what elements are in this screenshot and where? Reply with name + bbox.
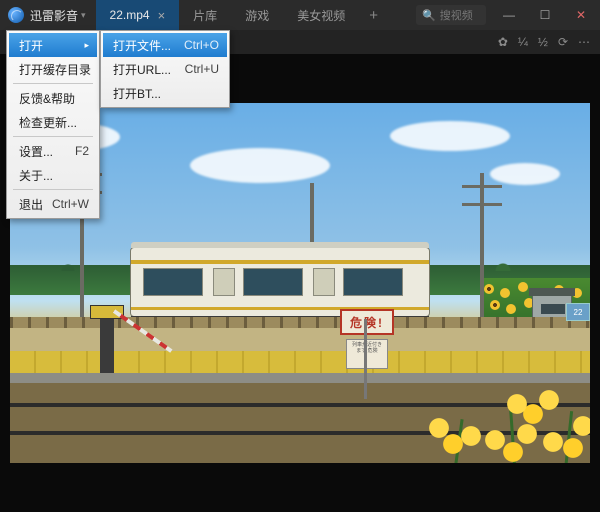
chevron-down-icon: ▾ [81,10,86,21]
cloud-icon [490,163,560,185]
menu-separator [13,136,93,137]
main-menu: 打开 ▸ 打开缓存目录 反馈&帮助 检查更新... 设置... F2 关于...… [6,30,100,219]
menu-item-label: 打开文件... [113,37,171,54]
menu-item-open-bt[interactable]: 打开BT... [103,81,227,105]
tab-current-file[interactable]: 22.mp4 × [96,0,180,30]
app-logo-icon [8,7,24,23]
menu-item-label: 打开 [19,37,43,54]
menu-item-label: 退出 [19,196,43,213]
menu-shortcut: Ctrl+W [52,197,89,211]
menu-shortcut: Ctrl+U [185,62,219,76]
menu-item-label: 打开URL... [113,61,171,78]
maximize-button[interactable]: ☐ [532,0,558,30]
tab-videos[interactable]: 美女视频 [283,0,359,30]
tab-label: 游戏 [245,7,269,24]
tab-label: 22.mp4 [110,8,150,22]
menu-item-label: 关于... [19,167,53,184]
tab-games[interactable]: 游戏 [231,0,283,30]
menu-item-settings[interactable]: 设置... F2 [9,139,97,163]
search-icon: 🔍 [422,9,436,22]
open-submenu: 打开文件... Ctrl+O 打开URL... Ctrl+U 打开BT... [100,30,230,108]
minimize-button[interactable]: — [496,0,522,30]
loop-icon[interactable]: ⟳ [558,35,568,49]
menu-item-label: 打开缓存目录 [19,61,91,78]
title-right: 🔍 搜视频 — ☐ ✕ [416,0,600,30]
submenu-arrow-icon: ▸ [84,40,89,51]
scene-train [130,247,430,317]
app-title[interactable]: 迅雷影音 ▾ [30,7,86,24]
cloud-icon [390,121,510,151]
more-icon[interactable]: ⋯ [578,35,590,49]
menu-item-about[interactable]: 关于... [9,163,97,187]
cloud-icon [190,148,330,183]
menu-separator [13,189,93,190]
menu-item-label: 打开BT... [113,85,161,102]
tab-add-button[interactable]: + [359,0,388,30]
app-title-text: 迅雷影音 [30,7,78,24]
ratio-half-button[interactable]: ½ [538,35,548,49]
playlist-thumbnail[interactable]: 22 [566,303,590,321]
menu-item-open-url[interactable]: 打开URL... Ctrl+U [103,57,227,81]
menu-item-open-cache[interactable]: 打开缓存目录 [9,57,97,81]
scene-foreground-flowers [350,351,590,463]
menu-shortcut: F2 [75,144,89,158]
title-bar: 迅雷影音 ▾ 22.mp4 × 片库 游戏 美女视频 + 🔍 搜视频 — ☐ ✕ [0,0,600,30]
menu-item-open[interactable]: 打开 ▸ [9,33,97,57]
scene-crossing-post [100,313,114,373]
tab-strip: 22.mp4 × 片库 游戏 美女视频 + [96,0,388,30]
scene-danger-sign: 危険! [340,309,394,335]
tab-label: 美女视频 [297,7,345,24]
close-button[interactable]: ✕ [568,0,594,30]
menu-item-label: 反馈&帮助 [19,90,75,107]
search-input[interactable]: 🔍 搜视频 [416,5,486,25]
menu-item-open-file[interactable]: 打开文件... Ctrl+O [103,33,227,57]
tab-library[interactable]: 片库 [179,0,231,30]
open-folder-icon[interactable]: ✿ [498,35,508,49]
menu-shortcut: Ctrl+O [184,38,219,52]
tab-close-icon[interactable]: × [158,8,166,23]
menu-item-label: 设置... [19,143,53,160]
ratio-quarter-button[interactable]: ¼ [518,35,528,49]
menu-item-feedback[interactable]: 反馈&帮助 [9,86,97,110]
menu-item-update[interactable]: 检查更新... [9,110,97,134]
scene-pole [480,173,484,333]
menu-item-label: 检查更新... [19,114,77,131]
menu-separator [13,83,93,84]
tab-label: 片库 [193,7,217,24]
menu-item-exit[interactable]: 退出 Ctrl+W [9,192,97,216]
search-placeholder: 搜视频 [440,7,473,23]
